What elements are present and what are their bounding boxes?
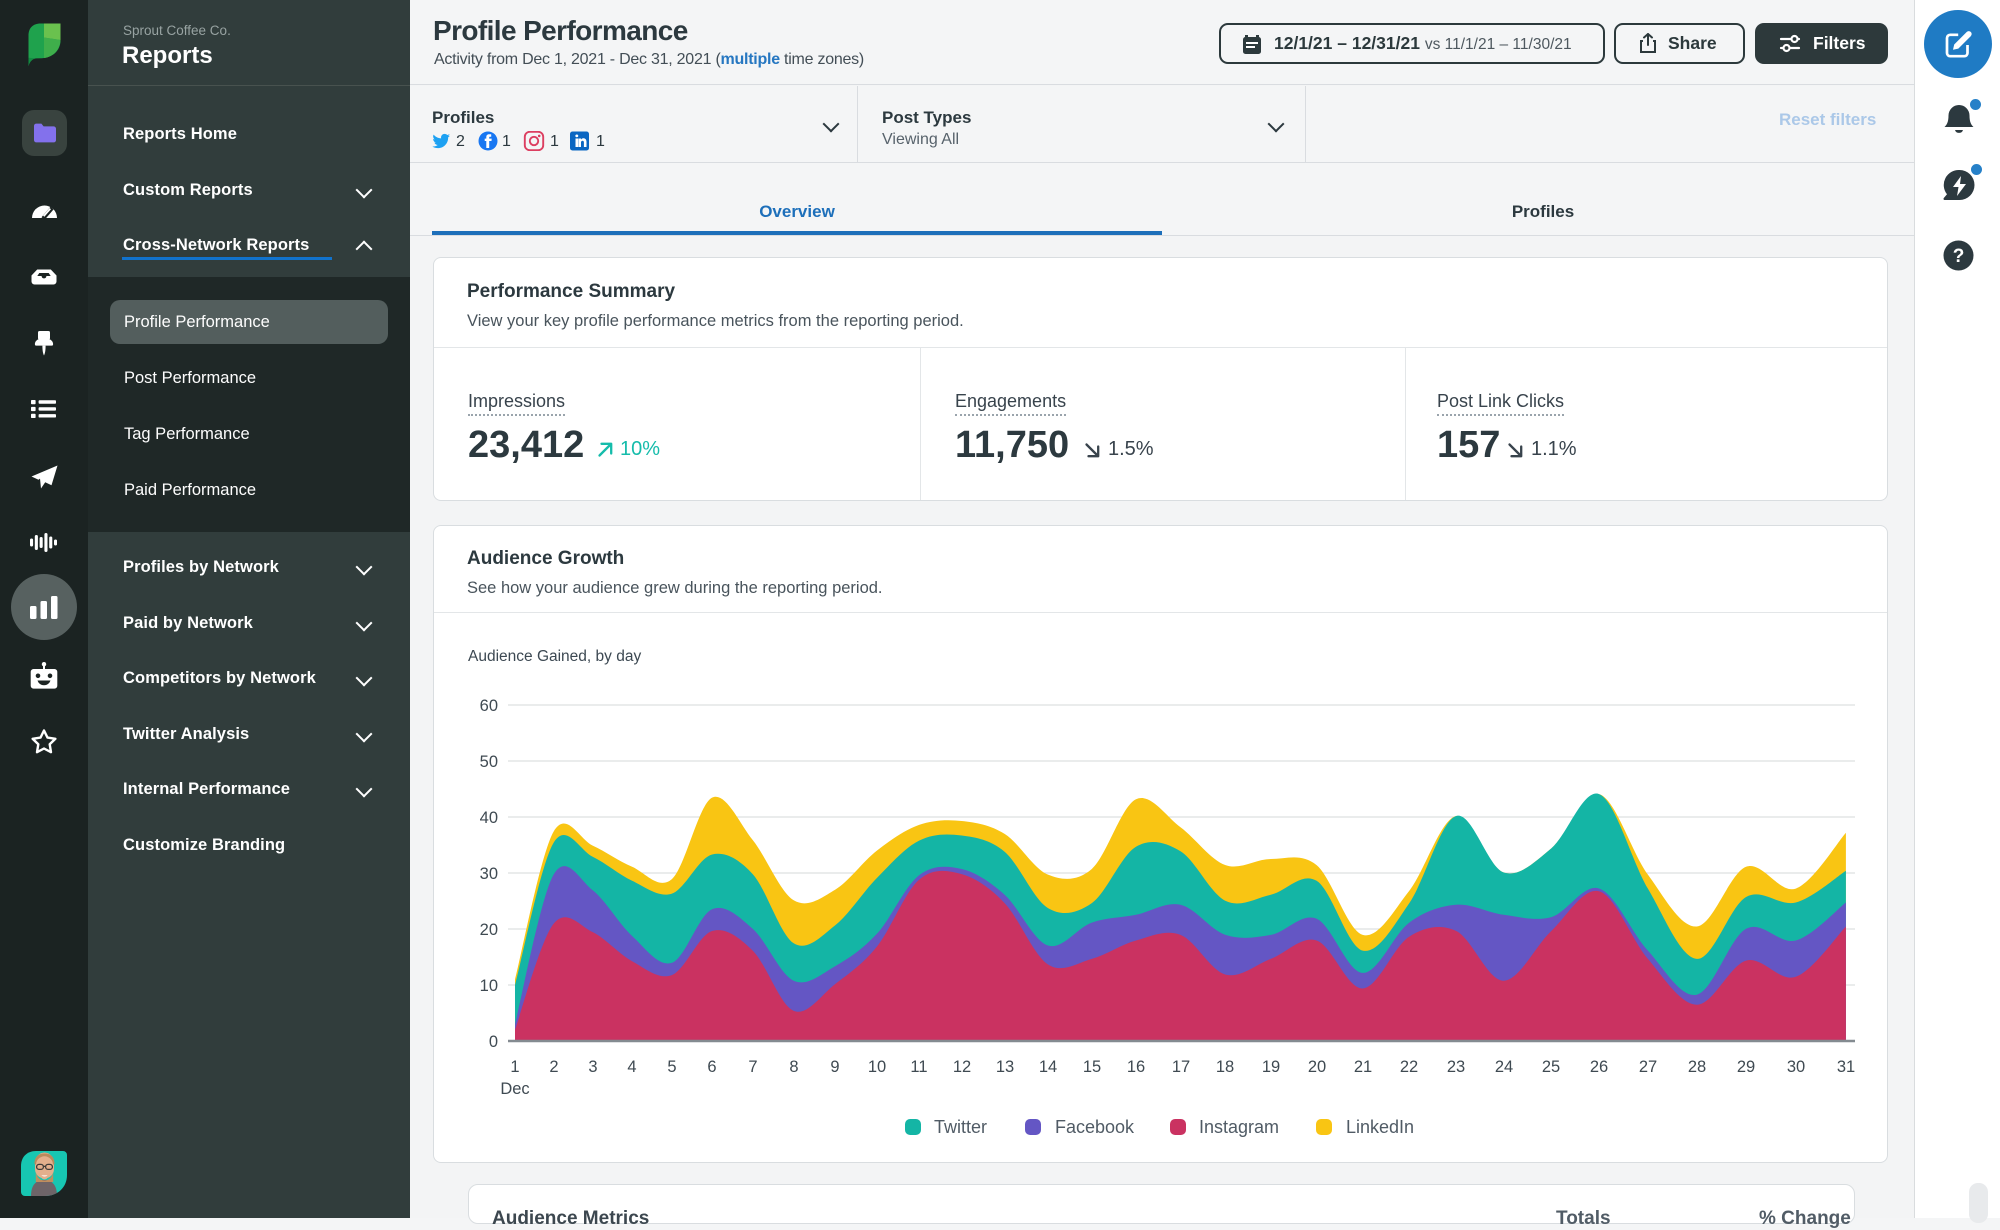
svg-text:26: 26 (1590, 1058, 1608, 1076)
svg-text:8: 8 (789, 1058, 798, 1076)
svg-text:16: 16 (1127, 1058, 1145, 1076)
svg-text:14: 14 (1039, 1058, 1057, 1076)
svg-text:60: 60 (480, 697, 498, 715)
svg-text:29: 29 (1737, 1058, 1755, 1076)
svg-text:27: 27 (1639, 1058, 1657, 1076)
svg-text:4: 4 (627, 1058, 636, 1076)
svg-text:3: 3 (588, 1058, 597, 1076)
svg-text:15: 15 (1083, 1058, 1101, 1076)
svg-text:19: 19 (1262, 1058, 1280, 1076)
svg-text:Dec: Dec (500, 1080, 529, 1098)
svg-text:21: 21 (1354, 1058, 1372, 1076)
svg-text:1: 1 (510, 1058, 519, 1076)
svg-text:11: 11 (910, 1058, 927, 1076)
svg-text:10: 10 (480, 977, 498, 995)
svg-text:?: ? (1953, 246, 1965, 267)
svg-text:24: 24 (1495, 1058, 1513, 1076)
svg-text:6: 6 (707, 1058, 716, 1076)
svg-text:25: 25 (1542, 1058, 1560, 1076)
svg-text:31: 31 (1837, 1058, 1855, 1076)
svg-text:12: 12 (953, 1058, 971, 1076)
svg-text:17: 17 (1172, 1058, 1190, 1076)
svg-text:28: 28 (1688, 1058, 1706, 1076)
svg-text:0: 0 (489, 1033, 498, 1051)
svg-text:40: 40 (480, 809, 498, 827)
svg-text:13: 13 (996, 1058, 1014, 1076)
svg-text:20: 20 (480, 921, 498, 939)
svg-text:20: 20 (1308, 1058, 1326, 1076)
svg-text:10: 10 (868, 1058, 886, 1076)
svg-text:9: 9 (830, 1058, 839, 1076)
svg-text:50: 50 (480, 753, 498, 771)
svg-text:30: 30 (480, 865, 498, 883)
svg-text:5: 5 (667, 1058, 676, 1076)
svg-text:23: 23 (1447, 1058, 1465, 1076)
svg-text:22: 22 (1400, 1058, 1418, 1076)
svg-text:18: 18 (1216, 1058, 1234, 1076)
svg-text:2: 2 (549, 1058, 558, 1076)
svg-text:7: 7 (748, 1058, 757, 1076)
svg-text:30: 30 (1787, 1058, 1805, 1076)
